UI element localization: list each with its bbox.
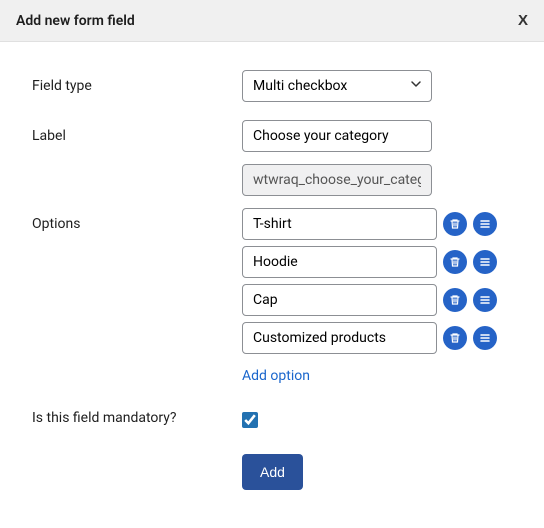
mandatory-checkbox[interactable] <box>242 412 258 428</box>
field-type-row: Field type Multi checkbox <box>32 70 512 102</box>
options-label: Options <box>32 208 242 232</box>
mandatory-label: Is this field mandatory? <box>32 408 242 426</box>
option-input[interactable] <box>242 284 437 316</box>
drag-handle-icon <box>479 294 491 306</box>
trash-icon <box>449 218 461 230</box>
option-item <box>242 284 512 316</box>
dialog-body: Field type Multi checkbox Label Options <box>0 42 544 528</box>
slug-input[interactable] <box>242 164 432 196</box>
option-item <box>242 208 512 240</box>
trash-icon <box>449 332 461 344</box>
dialog-title: Add new form field <box>16 13 135 29</box>
add-button[interactable]: Add <box>242 454 303 490</box>
field-type-select[interactable]: Multi checkbox <box>242 70 432 102</box>
options-row: Options <box>32 208 512 384</box>
drag-handle-icon <box>479 256 491 268</box>
option-input[interactable] <box>242 208 437 240</box>
trash-icon <box>449 256 461 268</box>
label-field-label: Label <box>32 120 242 144</box>
drag-handle-icon <box>479 218 491 230</box>
dialog-header: Add new form field X <box>0 0 544 42</box>
add-option-link[interactable]: Add option <box>242 368 310 384</box>
option-input[interactable] <box>242 322 437 354</box>
trash-icon <box>449 294 461 306</box>
drag-handle-button[interactable] <box>473 212 497 236</box>
delete-option-button[interactable] <box>443 212 467 236</box>
delete-option-button[interactable] <box>443 288 467 312</box>
delete-option-button[interactable] <box>443 326 467 350</box>
label-row: Label <box>32 120 512 196</box>
drag-handle-button[interactable] <box>473 326 497 350</box>
mandatory-row: Is this field mandatory? <box>32 408 512 428</box>
drag-handle-button[interactable] <box>473 288 497 312</box>
drag-handle-button[interactable] <box>473 250 497 274</box>
delete-option-button[interactable] <box>443 250 467 274</box>
option-item <box>242 246 512 278</box>
label-input[interactable] <box>242 120 432 152</box>
close-button[interactable]: X <box>518 12 528 29</box>
option-item <box>242 322 512 354</box>
field-type-label: Field type <box>32 70 242 94</box>
drag-handle-icon <box>479 332 491 344</box>
option-input[interactable] <box>242 246 437 278</box>
submit-row: Add <box>32 448 512 490</box>
